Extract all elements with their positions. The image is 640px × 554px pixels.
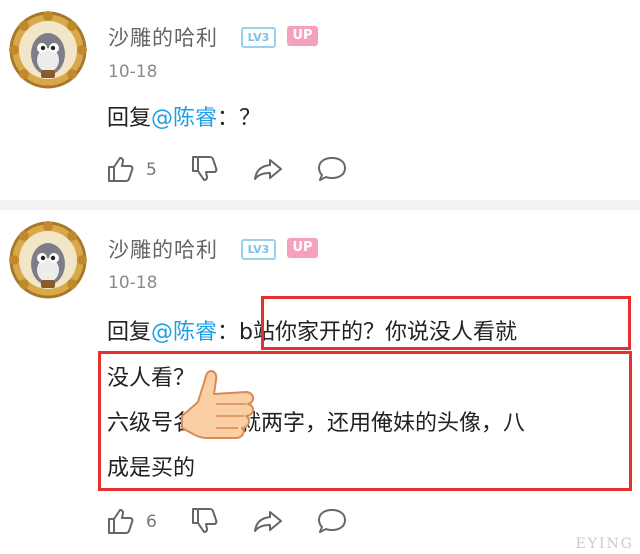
like-count: 6 <box>146 512 157 532</box>
reply-prefix: 回复 <box>107 320 152 345</box>
watermark: EYING <box>575 536 634 552</box>
avatar[interactable] <box>8 220 88 300</box>
thumbs-down-icon[interactable] <box>190 506 220 536</box>
highlight-box <box>261 296 631 350</box>
reply-prefix: 回复 <box>107 106 152 131</box>
comment-body: ：？ <box>217 106 262 131</box>
comment-date: 10-18 <box>108 62 158 82</box>
share-icon[interactable] <box>252 506 284 536</box>
mention-link[interactable]: @陈睿 <box>151 106 217 131</box>
up-badge: UP <box>287 238 318 258</box>
mention-link[interactable]: @陈睿 <box>151 320 217 345</box>
comment-colon: ： <box>217 320 240 345</box>
thumbs-up-icon[interactable] <box>106 506 136 536</box>
thumbs-up-icon[interactable] <box>106 154 136 184</box>
comment-item: 沙雕的哈利 LV3 UP 10-18 回复@陈睿：？ 5 <box>0 0 640 200</box>
reply-bubble-icon[interactable] <box>316 154 348 184</box>
comment-divider <box>0 200 640 210</box>
like-count: 5 <box>146 160 157 180</box>
username[interactable]: 沙雕的哈利 <box>108 234 218 264</box>
up-badge: UP <box>287 26 318 46</box>
thumbs-down-icon[interactable] <box>190 154 220 184</box>
level-badge: LV3 <box>241 239 276 260</box>
thumbs-up-hand-icon <box>181 370 254 439</box>
share-icon[interactable] <box>252 154 284 184</box>
comment-text: 回复@陈睿：？ <box>107 100 261 132</box>
level-badge: LV3 <box>241 27 276 48</box>
username[interactable]: 沙雕的哈利 <box>108 22 218 52</box>
comment-item: 沙雕的哈利 LV3 UP 10-18 回复@陈睿：b站你家开的？你说没人看就 没… <box>0 210 640 554</box>
avatar[interactable] <box>8 10 88 90</box>
comment-date: 10-18 <box>108 273 158 293</box>
reply-bubble-icon[interactable] <box>316 506 348 536</box>
